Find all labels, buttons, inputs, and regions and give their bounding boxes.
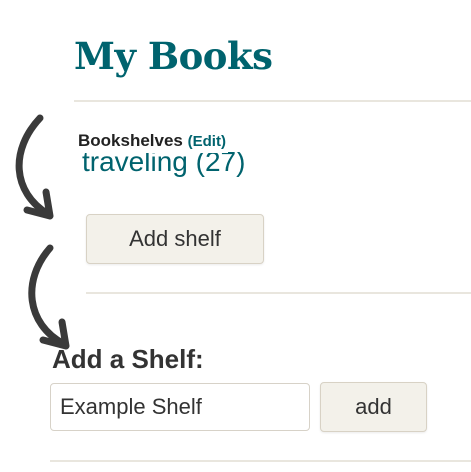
shelf-list: traveling (27): [82, 152, 322, 182]
divider: [86, 292, 471, 294]
edit-shelves-link[interactable]: (Edit): [188, 133, 226, 150]
add-shelf-heading: Add a Shelf:: [52, 344, 204, 374]
shelf-name-input[interactable]: [50, 383, 310, 431]
curved-arrow-icon: [28, 244, 70, 350]
page-title: My Books: [74, 34, 273, 78]
divider: [50, 460, 471, 462]
add-shelf-button[interactable]: Add shelf: [86, 214, 264, 264]
shelf-link-traveling[interactable]: traveling (27): [82, 152, 245, 180]
curved-arrow-icon: [15, 114, 54, 220]
bookshelves-label: Bookshelves: [78, 131, 183, 150]
bookshelves-header: Bookshelves (Edit): [78, 130, 228, 153]
divider: [74, 100, 471, 102]
add-submit-button[interactable]: add: [320, 382, 427, 432]
